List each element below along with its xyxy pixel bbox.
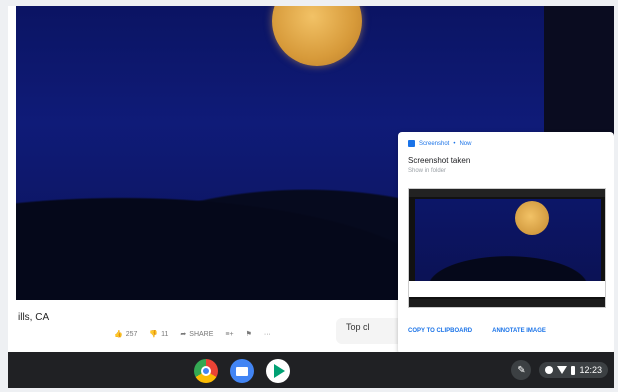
show-in-folder-link[interactable]: Show in folder <box>408 168 446 174</box>
clock: 12:23 <box>579 365 602 375</box>
share-button[interactable]: ➦ SHARE <box>180 330 214 339</box>
play-store-icon[interactable] <box>266 359 290 383</box>
flag-button[interactable]: ⚑ <box>246 330 252 338</box>
shelf-apps <box>194 359 290 383</box>
files-icon[interactable] <box>230 359 254 383</box>
thumb-shelf <box>409 299 605 307</box>
pen-icon[interactable]: ✎ <box>511 360 532 380</box>
screenshot-thumbnail[interactable] <box>408 188 606 308</box>
thumb-moon <box>515 201 549 235</box>
system-status[interactable]: 12:23 <box>539 362 608 378</box>
like-count: 257 <box>125 330 138 338</box>
share-icon: ➦ <box>180 331 187 338</box>
video-actions: 👍 257 👎 11 ➦ SHARE ≡+ ⚑ ··· <box>114 330 271 339</box>
notification-time: Now <box>459 140 472 147</box>
thumb-info <box>409 281 605 297</box>
share-label: SHARE <box>189 330 214 338</box>
notification-header: Screenshot • Now <box>408 140 471 147</box>
dislike-count: 11 <box>161 330 169 338</box>
notification-title: Screenshot taken <box>408 156 471 165</box>
like-icon: 👍 <box>114 331 123 338</box>
top-chip-label: Top cl <box>346 322 370 332</box>
shelf: ✎ 12:23 <box>8 352 614 388</box>
thumb-video <box>415 199 601 281</box>
notification-app-name: Screenshot <box>419 140 450 147</box>
thumb-trees <box>415 251 601 281</box>
notification-count-icon <box>545 366 554 374</box>
screen-frame: ills, CA 👍 257 👎 11 ➦ SHARE ≡+ ⚑ ··· Top cl… <box>8 6 614 388</box>
notification-buttons: COPY TO CLIPBOARD ANNOTATE IMAGE <box>408 328 546 334</box>
video-location: ills, CA <box>18 312 50 323</box>
wifi-icon <box>557 366 568 374</box>
status-tray[interactable]: ✎ 12:23 <box>511 360 608 380</box>
like-button[interactable]: 👍 257 <box>114 330 138 339</box>
dislike-icon: 👎 <box>149 331 159 338</box>
screenshot-app-icon <box>408 140 415 147</box>
save-button[interactable]: ≡+ <box>225 331 233 338</box>
dislike-button[interactable]: 👎 11 <box>149 330 169 339</box>
screenshot-notification[interactable]: Screenshot • Now Screenshot taken Show i… <box>398 132 614 354</box>
thumb-toolbar <box>409 189 605 197</box>
copy-to-clipboard-button[interactable]: COPY TO CLIPBOARD <box>408 328 472 334</box>
moon-image <box>272 6 362 66</box>
annotate-image-button[interactable]: ANNOTATE IMAGE <box>492 328 546 334</box>
video-info-bar: ills, CA 👍 257 👎 11 ➦ SHARE ≡+ ⚑ ··· Top cl <box>16 300 412 352</box>
battery-icon <box>571 365 576 375</box>
chrome-icon[interactable] <box>194 359 218 383</box>
more-button[interactable]: ··· <box>264 331 271 338</box>
